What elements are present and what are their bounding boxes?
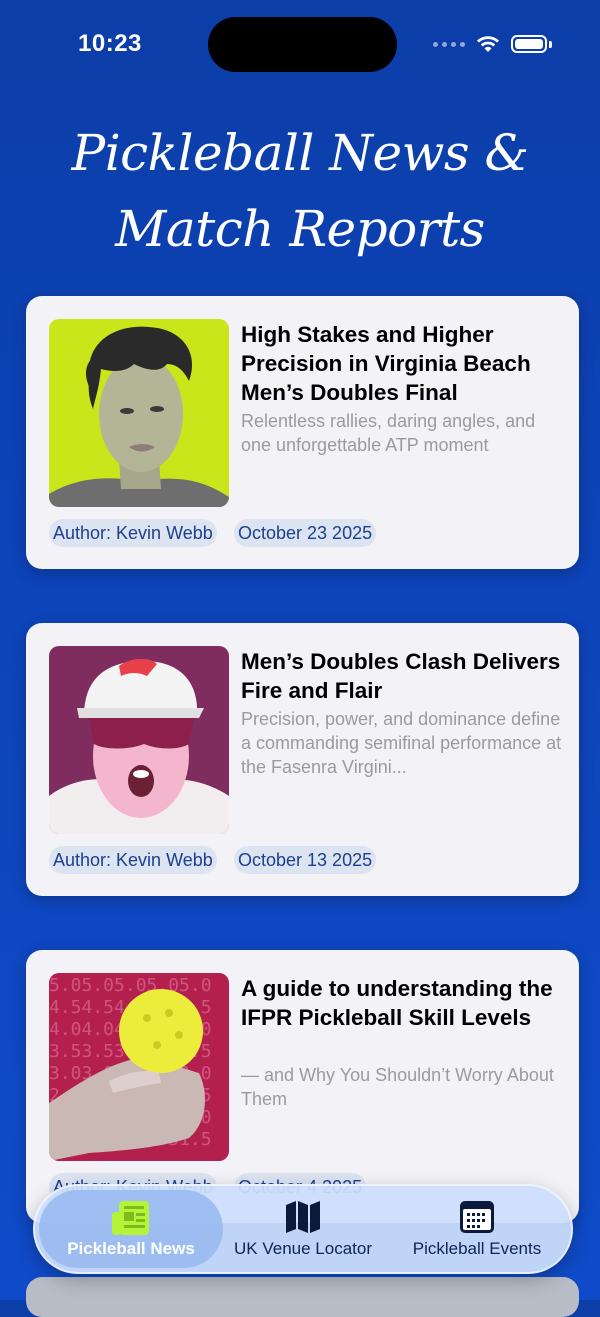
article-card[interactable]: 5.05.05.05.05.0 4.54.54.54.54.5 4.04.04.… <box>26 950 579 1223</box>
tab-uk-venue-locator[interactable]: UK Venue Locator <box>215 1186 391 1272</box>
author-tag: Author: Kevin Webb <box>49 519 217 547</box>
battery-icon <box>511 35 547 53</box>
newspaper-icon <box>112 1201 149 1235</box>
article-card[interactable]: High Stakes and Higher Precision in Virg… <box>26 296 579 569</box>
status-icons <box>433 34 552 54</box>
calendar-icon <box>460 1201 494 1233</box>
article-subtitle: Relentless rallies, daring angles, and o… <box>241 411 536 455</box>
date-tag: October 23 2025 <box>234 519 377 547</box>
page-title-line-2: Match Reports <box>115 200 485 258</box>
article-title: A guide to understanding the IFPR Pickle… <box>241 976 553 1030</box>
tab-pickleball-news[interactable]: Pickleball News <box>35 1186 227 1272</box>
wifi-icon <box>477 36 499 52</box>
article-subtitle: Precision, power, and dominance define a… <box>241 709 562 777</box>
article-card-peek[interactable] <box>26 1277 579 1317</box>
article-subtitle: — and Why You Shouldn’t Worry About Them <box>241 1065 554 1109</box>
article-thumbnail <box>49 646 229 834</box>
page-title-line-1: Pickleball News & <box>71 124 529 182</box>
dynamic-island <box>208 17 397 72</box>
date-tag: October 13 2025 <box>234 846 377 874</box>
tab-pickleball-events[interactable]: Pickleball Events <box>387 1186 567 1272</box>
status-time: 10:23 <box>78 30 142 57</box>
svg-text:5.05.05.05.05.0: 5.05.05.05.05.0 <box>49 975 212 996</box>
article-thumbnail: 5.05.05.05.05.0 4.54.54.54.54.5 4.04.04.… <box>49 973 229 1161</box>
article-title: High Stakes and Higher Precision in Virg… <box>241 322 531 405</box>
cellular-signal-icon <box>433 41 465 47</box>
tab-label: UK Venue Locator <box>234 1239 372 1258</box>
tab-label: Pickleball Events <box>412 1239 542 1258</box>
article-thumbnail <box>49 319 229 507</box>
tab-bar: Pickleball News UK Venue Locator Pickleb… <box>33 1184 573 1274</box>
tab-label: Pickleball News <box>67 1239 195 1258</box>
author-tag: Author: Kevin Webb <box>49 846 217 874</box>
article-title: Men’s Doubles Clash Delivers Fire and Fl… <box>241 649 561 703</box>
article-card[interactable]: Men’s Doubles Clash Delivers Fire and Fl… <box>26 623 579 896</box>
map-icon <box>286 1201 320 1233</box>
page-title: Pickleball News & Match Reports <box>0 115 600 267</box>
